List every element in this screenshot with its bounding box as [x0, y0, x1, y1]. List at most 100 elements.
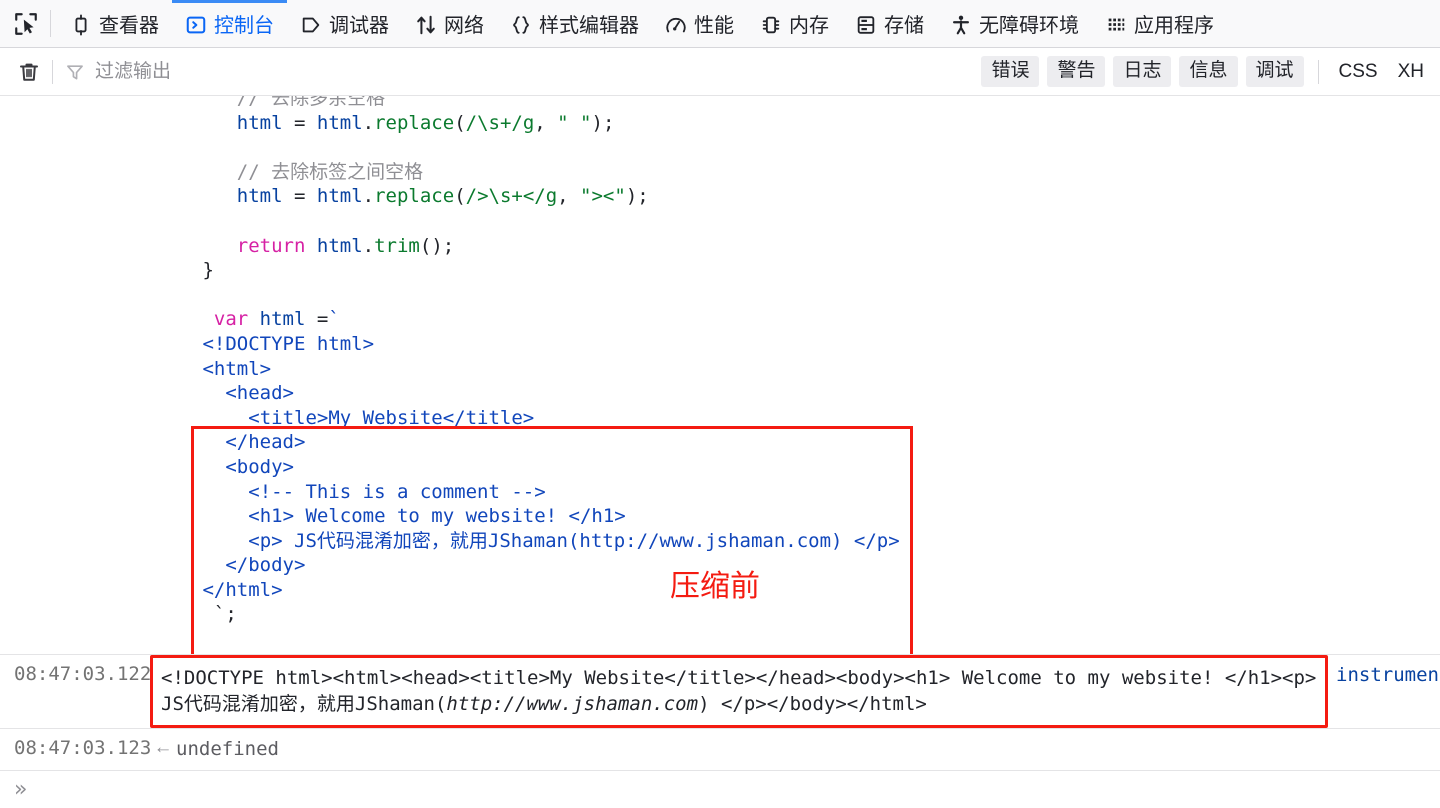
message-source-link[interactable]: instrument	[1328, 655, 1440, 686]
filter-input[interactable]	[93, 59, 393, 84]
code-token: (	[454, 111, 466, 134]
toolbar-divider	[50, 10, 51, 37]
code-token: html	[316, 234, 363, 257]
code-token: }	[202, 259, 214, 282]
message-text: <!DOCTYPE html><html><head><title>My Web…	[150, 655, 1328, 728]
code-token: replace	[374, 185, 455, 208]
debugger-icon	[300, 14, 322, 36]
filter-logs-button[interactable]: 日志	[1113, 56, 1172, 87]
tab-style-editor-label: 样式编辑器	[539, 15, 639, 37]
code-token: />\s+</g	[465, 185, 558, 208]
tab-accessibility[interactable]: 无障碍环境	[937, 0, 1092, 47]
devtools-window: 查看器 控制台 调试器 网络 样式编辑器 性能 内存 存储 无障碍环境 应用程序…	[0, 0, 1440, 808]
console-output-panel[interactable]: // 去除多余空格 html = html.replace(/\s+/g, " "…	[0, 96, 1440, 808]
code-token: `;	[213, 603, 237, 626]
code-line: // 去除多余空格	[0, 96, 1440, 111]
code-token: ,	[534, 111, 558, 134]
console-filter-bar: 错误 警告 日志 信息 调试 CSS XH	[0, 48, 1440, 96]
tab-debugger[interactable]: 调试器	[287, 0, 402, 47]
filter-errors-button[interactable]: 错误	[981, 56, 1040, 87]
code-line: <html>	[0, 357, 1440, 382]
code-token: html	[316, 111, 363, 134]
code-token: <p> JS代码混淆加密，就用JShaman(http://www.jshama…	[248, 529, 900, 552]
console-messages: 08:47:03.122 <!DOCTYPE html><html><head>…	[0, 654, 1440, 808]
tab-storage[interactable]: 存储	[842, 0, 937, 47]
code-token: <title>My Website</title>	[248, 406, 535, 429]
message-timestamp: 08:47:03.123	[14, 737, 152, 759]
console-icon	[185, 14, 207, 36]
code-token: var	[213, 308, 249, 331]
code-token: );	[625, 185, 649, 208]
code-token: "><"	[580, 185, 626, 208]
message-timestamp: 08:47:03.122	[14, 663, 152, 685]
filter-buttons-group: 错误 警告 日志 信息 调试 CSS XH	[981, 56, 1430, 87]
code-token: // 去除多余空格	[236, 96, 386, 109]
code-token: " "	[557, 111, 592, 134]
code-token: // 去除标签之间空格	[236, 160, 424, 183]
code-token: html	[236, 185, 283, 208]
message-text-url: http://www.jshaman.com	[446, 693, 699, 715]
clear-console-button[interactable]	[12, 55, 46, 89]
tab-debugger-label: 调试器	[329, 15, 389, 37]
inspector-icon	[70, 14, 92, 36]
code-token: <head>	[225, 382, 294, 405]
code-token: trim	[374, 234, 420, 257]
code-token: ,	[557, 185, 581, 208]
element-picker-button[interactable]	[4, 0, 48, 47]
console-message-result[interactable]: 08:47:03.123 ← undefined	[0, 728, 1440, 770]
code-token: return	[236, 234, 306, 257]
result-arrow-icon: ←	[153, 737, 173, 758]
memory-icon	[760, 14, 782, 36]
code-line: <h1> Welcome to my website! </h1>	[0, 504, 1440, 529]
code-line: html = html.replace(/>\s+</g, "><");	[0, 184, 1440, 209]
tab-storage-label: 存储	[884, 15, 924, 37]
tab-accessibility-label: 无障碍环境	[979, 15, 1079, 37]
filter-css-button[interactable]: CSS	[1333, 57, 1384, 87]
code-line: var html =`	[0, 307, 1440, 332]
code-token: <!-- This is a comment -->	[248, 480, 546, 503]
filter-debug-button[interactable]: 调试	[1245, 56, 1304, 87]
devtools-toolbar: 查看器 控制台 调试器 网络 样式编辑器 性能 内存 存储 无障碍环境 应用程序	[0, 0, 1440, 48]
tab-style-editor[interactable]: 样式编辑器	[497, 0, 652, 47]
code-token: html	[236, 111, 283, 134]
code-token: replace	[374, 111, 455, 134]
tab-memory[interactable]: 内存	[747, 0, 842, 47]
tab-inspector[interactable]: 查看器	[57, 0, 172, 47]
tab-application-label: 应用程序	[1134, 15, 1214, 37]
console-prompt-row[interactable]: »	[0, 770, 1440, 808]
filter-xhr-button[interactable]: XH	[1392, 57, 1430, 87]
storage-icon	[855, 14, 877, 36]
filterbar-divider-2	[1317, 59, 1319, 84]
filter-input-group[interactable]	[65, 57, 981, 87]
tab-network[interactable]: 网络	[402, 0, 497, 47]
code-line: <body>	[0, 455, 1440, 480]
console-prompt-input[interactable]	[37, 777, 1440, 802]
code-token: /\s+/g	[465, 111, 535, 134]
network-icon	[415, 14, 437, 36]
code-token: html	[259, 308, 306, 331]
code-line: html = html.replace(/\s+/g, " ");	[0, 111, 1440, 136]
tab-console[interactable]: 控制台	[172, 0, 287, 47]
code-token: (	[454, 185, 466, 208]
tab-memory-label: 内存	[789, 15, 829, 37]
trash-icon	[20, 63, 38, 81]
code-token: `	[328, 308, 340, 331]
tab-application[interactable]: 应用程序	[1092, 0, 1227, 47]
tab-performance[interactable]: 性能	[652, 0, 747, 47]
code-line: </head>	[0, 430, 1440, 455]
code-token: <h1> Welcome to my website! </h1>	[248, 505, 626, 528]
accessibility-icon	[950, 14, 972, 36]
code-token: =	[282, 111, 317, 134]
tab-inspector-label: 查看器	[99, 15, 159, 37]
console-message-log[interactable]: 08:47:03.122 <!DOCTYPE html><html><head>…	[0, 654, 1440, 728]
performance-icon	[665, 14, 687, 36]
filterbar-divider	[52, 59, 53, 84]
element-picker-icon	[15, 12, 37, 35]
filter-info-button[interactable]: 信息	[1179, 56, 1238, 87]
filter-warnings-button[interactable]: 警告	[1047, 56, 1106, 87]
